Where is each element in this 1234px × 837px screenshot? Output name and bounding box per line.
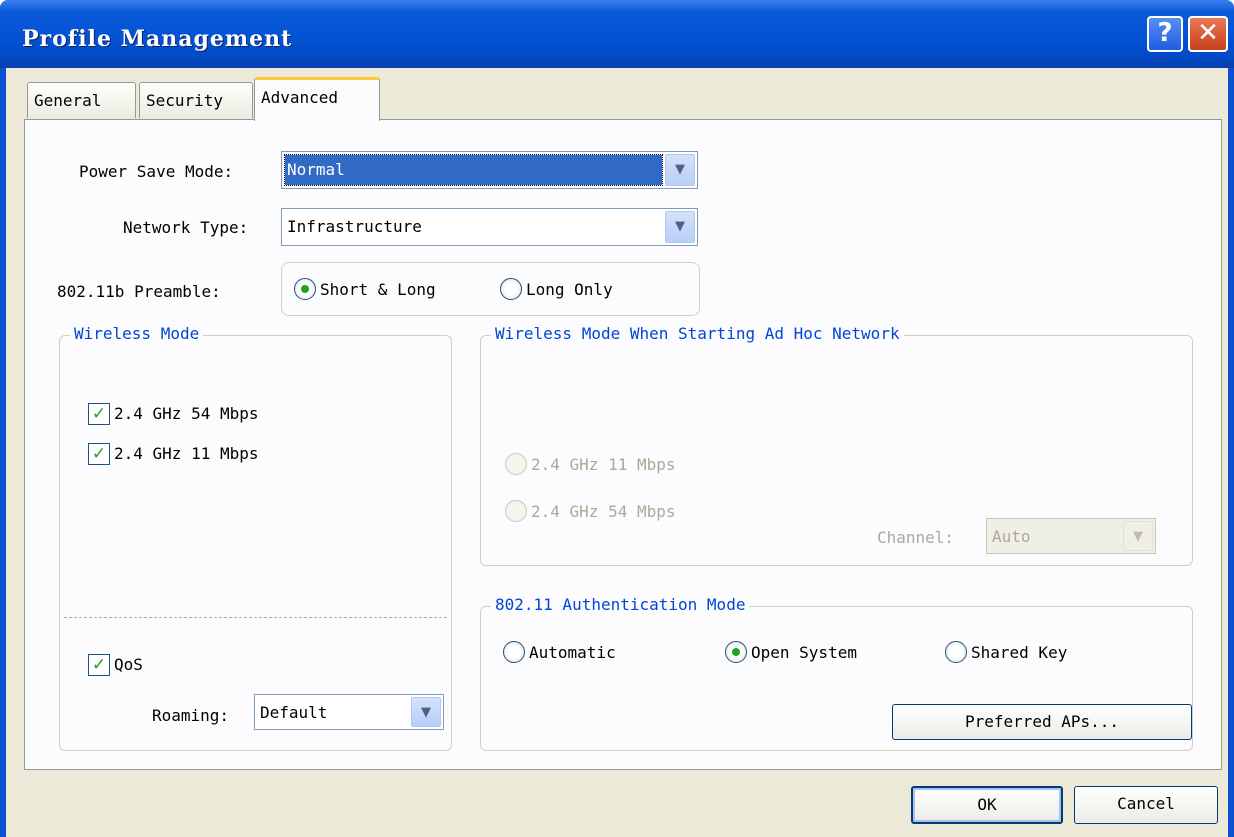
mode-11mbps-checkbox[interactable]: ✓	[88, 443, 110, 465]
divider	[64, 617, 447, 618]
auth-mode-legend: 802.11 Authentication Mode	[491, 595, 750, 614]
preamble-label: 802.11b Preamble:	[57, 282, 221, 301]
network-type-value: Infrastructure	[287, 217, 422, 236]
adhoc-11mbps-label: 2.4 GHz 11 Mbps	[531, 455, 676, 474]
preamble-long-only-radio[interactable]	[500, 278, 522, 300]
tab-general[interactable]: General	[27, 82, 136, 118]
power-save-mode-label: Power Save Mode:	[79, 162, 234, 181]
channel-value: Auto	[992, 527, 1031, 546]
adhoc-54mbps-label: 2.4 GHz 54 Mbps	[531, 502, 676, 521]
preamble-short-long-label: Short & Long	[320, 280, 436, 299]
auth-open-system-label: Open System	[751, 643, 857, 662]
tab-security[interactable]: Security	[139, 82, 253, 118]
preamble-short-long-radio[interactable]	[294, 278, 316, 300]
wireless-mode-group: Wireless Mode ✓ 2.4 GHz 54 Mbps ✓ 2.4 GH…	[59, 324, 452, 751]
mode-54mbps-checkbox[interactable]: ✓	[88, 403, 110, 425]
help-button[interactable]: ?	[1147, 16, 1183, 52]
preamble-group: Short & Long Long Only	[281, 262, 700, 316]
chevron-down-icon[interactable]: ▼	[1123, 521, 1153, 551]
adhoc-54mbps-radio[interactable]	[505, 500, 527, 522]
dialog-client-area: General Security Advanced Power Save Mod…	[6, 68, 1228, 837]
roaming-label: Roaming:	[152, 706, 230, 725]
qos-checkbox[interactable]: ✓	[88, 654, 110, 676]
adhoc-11mbps-radio[interactable]	[505, 453, 527, 475]
tab-advanced-label: Advanced	[261, 88, 339, 107]
auth-automatic-label: Automatic	[529, 643, 616, 662]
adhoc-mode-group: Wireless Mode When Starting Ad Hoc Netwo…	[480, 324, 1193, 566]
channel-select[interactable]: Auto ▼	[986, 518, 1156, 554]
close-button[interactable]: ✕	[1188, 16, 1228, 52]
chevron-down-icon[interactable]: ▼	[665, 154, 695, 186]
mode-11mbps-label: 2.4 GHz 11 Mbps	[114, 444, 259, 463]
tab-security-label: Security	[146, 91, 224, 110]
tab-advanced[interactable]: Advanced	[254, 77, 380, 121]
auth-shared-key-label: Shared Key	[971, 643, 1068, 662]
auth-automatic-radio[interactable]	[503, 641, 525, 663]
mode-54mbps-label: 2.4 GHz 54 Mbps	[114, 404, 259, 423]
roaming-select[interactable]: Default ▼	[254, 694, 444, 730]
cancel-button[interactable]: Cancel	[1074, 786, 1218, 824]
tab-general-label: General	[34, 91, 102, 110]
qos-label: QoS	[114, 655, 143, 674]
roaming-value: Default	[260, 703, 328, 722]
auth-shared-key-radio[interactable]	[945, 641, 967, 663]
ok-button[interactable]: OK	[911, 786, 1063, 824]
auth-open-system-radio[interactable]	[725, 641, 747, 663]
power-save-mode-select[interactable]: Normal ▼	[281, 151, 698, 189]
network-type-select[interactable]: Infrastructure ▼	[281, 208, 698, 246]
window-title: Profile Management	[22, 26, 293, 52]
preferred-aps-button[interactable]: Preferred APs...	[892, 704, 1192, 740]
profile-management-window: Profile Management ? ✕ General Security …	[0, 0, 1234, 837]
advanced-panel: Power Save Mode: Normal ▼ Network Type: …	[24, 119, 1222, 770]
network-type-label: Network Type:	[123, 218, 249, 237]
title-bar[interactable]: Profile Management ? ✕	[0, 0, 1234, 68]
adhoc-mode-legend: Wireless Mode When Starting Ad Hoc Netwo…	[491, 324, 904, 343]
chevron-down-icon[interactable]: ▼	[411, 697, 441, 727]
channel-label: Channel:	[877, 528, 955, 547]
power-save-mode-value: Normal	[284, 154, 663, 186]
preamble-long-only-label: Long Only	[526, 280, 613, 299]
wireless-mode-legend: Wireless Mode	[70, 324, 204, 343]
chevron-down-icon[interactable]: ▼	[665, 211, 695, 243]
